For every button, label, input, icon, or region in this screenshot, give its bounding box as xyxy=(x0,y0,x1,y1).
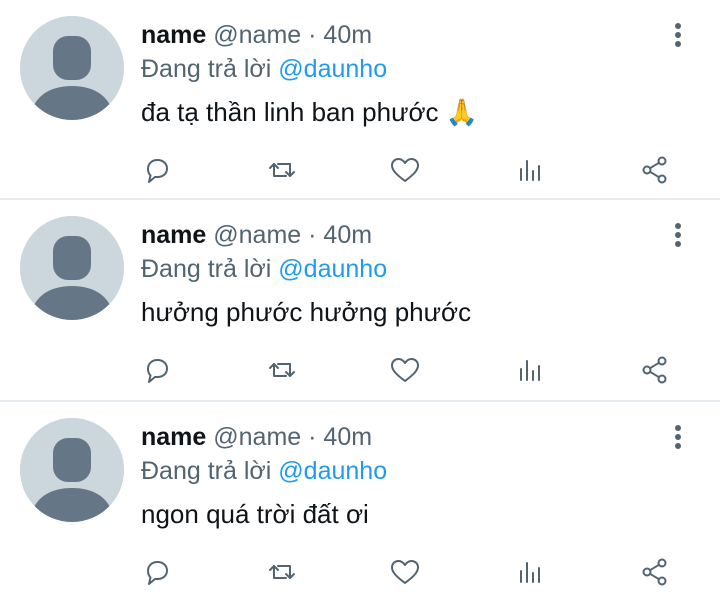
tweet-actions xyxy=(0,350,720,390)
reply-bubble-icon xyxy=(147,561,168,585)
display-name[interactable]: name xyxy=(141,423,206,451)
tweet-header: name @name · 40m xyxy=(141,422,372,452)
tweet[interactable]: name @name · 40m Đang trả lời @daunho ng… xyxy=(0,402,720,606)
reply-button[interactable] xyxy=(137,350,177,390)
tweet-header: name @name · 40m xyxy=(141,20,372,50)
tweet-text: hưởng phước hưởng phước xyxy=(141,297,472,327)
default-avatar-icon xyxy=(20,216,124,320)
reply-context: Đang trả lời @daunho xyxy=(141,254,387,284)
analytics-button[interactable] xyxy=(511,552,551,592)
retweet-button[interactable] xyxy=(262,350,302,390)
tweet-text: đa tạ thần linh ban phước 🙏 xyxy=(141,97,479,127)
timestamp[interactable]: 40m xyxy=(323,21,372,49)
avatar[interactable] xyxy=(20,16,124,120)
tweet-feed: name @name · 40m Đang trả lời @daunho đa… xyxy=(0,0,720,606)
default-avatar-icon xyxy=(20,418,124,522)
share-button[interactable] xyxy=(635,552,675,592)
avatar[interactable] xyxy=(20,216,124,320)
more-options-button[interactable] xyxy=(668,424,688,450)
analytics-bars-icon xyxy=(520,360,540,381)
share-button[interactable] xyxy=(635,350,675,390)
retweet-button[interactable] xyxy=(262,150,302,190)
user-handle[interactable]: @name xyxy=(213,21,301,49)
reply-prefix: Đang trả lời xyxy=(141,255,272,283)
like-button[interactable] xyxy=(385,552,425,592)
display-name[interactable]: name xyxy=(141,21,206,49)
like-button[interactable] xyxy=(385,150,425,190)
heart-icon xyxy=(391,560,419,584)
share-button[interactable] xyxy=(635,150,675,190)
display-name[interactable]: name xyxy=(141,221,206,249)
timestamp[interactable]: 40m xyxy=(323,423,372,451)
like-button[interactable] xyxy=(385,350,425,390)
retweet-button[interactable] xyxy=(262,552,302,592)
avatar[interactable] xyxy=(20,418,124,522)
separator: · xyxy=(308,21,317,49)
tweet[interactable]: name @name · 40m Đang trả lời @daunho hư… xyxy=(0,200,720,402)
timestamp[interactable]: 40m xyxy=(323,221,372,249)
more-vertical-icon xyxy=(675,23,681,47)
tweet-header: name @name · 40m xyxy=(141,220,372,250)
user-handle[interactable]: @name xyxy=(213,221,301,249)
share-icon xyxy=(642,356,667,384)
separator: · xyxy=(308,221,317,249)
reply-button[interactable] xyxy=(137,552,177,592)
tweet-text: ngon quá trời đất ơi xyxy=(141,499,369,529)
analytics-button[interactable] xyxy=(511,350,551,390)
share-icon xyxy=(642,156,667,184)
share-icon xyxy=(642,558,667,586)
more-vertical-icon xyxy=(675,223,681,247)
heart-icon xyxy=(391,358,419,382)
more-options-button[interactable] xyxy=(668,22,688,48)
separator: · xyxy=(308,423,317,451)
reply-prefix: Đang trả lời xyxy=(141,55,272,83)
user-handle[interactable]: @name xyxy=(213,423,301,451)
retweet-icon xyxy=(269,163,295,177)
reply-bubble-icon xyxy=(147,359,168,383)
analytics-bars-icon xyxy=(520,562,540,583)
tweet[interactable]: name @name · 40m Đang trả lời @daunho đa… xyxy=(0,0,720,200)
tweet-actions xyxy=(0,150,720,190)
analytics-bars-icon xyxy=(520,160,540,181)
reply-bubble-icon xyxy=(147,159,168,183)
more-options-button[interactable] xyxy=(668,222,688,248)
reply-button[interactable] xyxy=(137,150,177,190)
reply-prefix: Đang trả lời xyxy=(141,457,272,485)
more-vertical-icon xyxy=(675,425,681,449)
retweet-icon xyxy=(269,363,295,377)
reply-to-handle[interactable]: @daunho xyxy=(278,255,387,283)
analytics-button[interactable] xyxy=(511,150,551,190)
retweet-icon xyxy=(269,565,295,579)
default-avatar-icon xyxy=(20,16,124,120)
reply-context: Đang trả lời @daunho xyxy=(141,54,387,84)
reply-context: Đang trả lời @daunho xyxy=(141,456,387,486)
reply-to-handle[interactable]: @daunho xyxy=(278,457,387,485)
tweet-actions xyxy=(0,552,720,592)
reply-to-handle[interactable]: @daunho xyxy=(278,55,387,83)
heart-icon xyxy=(391,158,419,182)
